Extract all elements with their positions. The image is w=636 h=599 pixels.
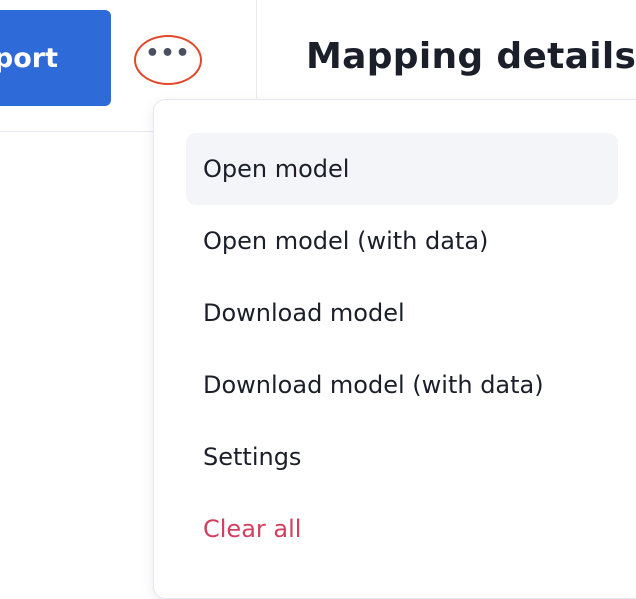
- menu-item-clear-all[interactable]: Clear all: [186, 493, 618, 565]
- menu-item-open-model-with-data[interactable]: Open model (with data): [186, 205, 618, 277]
- dropdown-menu: Open model Open model (with data) Downlo…: [153, 99, 636, 599]
- export-button[interactable]: Export: [0, 10, 111, 106]
- panel-divider: [256, 0, 257, 100]
- panel-title: Mapping details: [306, 36, 636, 77]
- menu-item-download-model[interactable]: Download model: [186, 277, 618, 349]
- menu-item-download-model-with-data[interactable]: Download model (with data): [186, 349, 618, 421]
- more-options-button[interactable]: •••: [134, 35, 202, 85]
- menu-item-settings[interactable]: Settings: [186, 421, 618, 493]
- menu-item-open-model[interactable]: Open model: [186, 133, 618, 205]
- more-horizontal-icon: •••: [145, 41, 191, 66]
